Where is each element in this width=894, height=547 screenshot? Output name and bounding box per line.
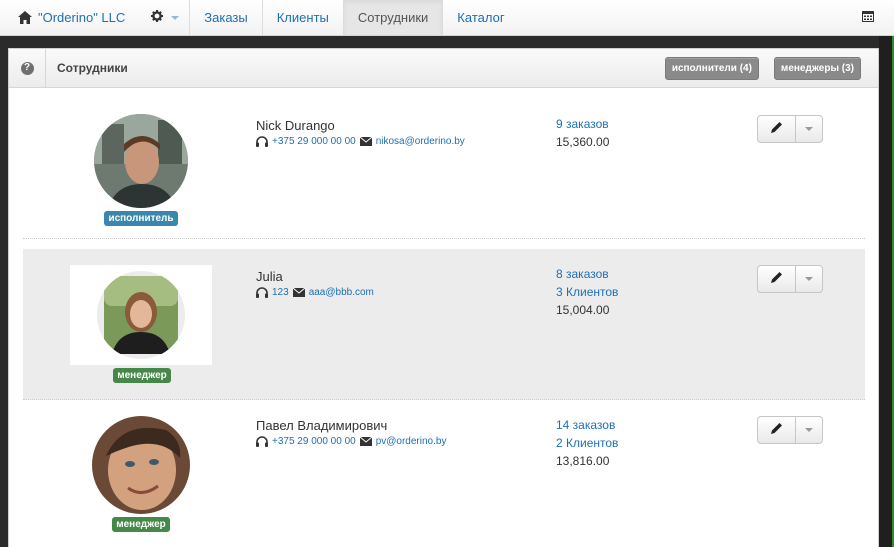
role-badge: исполнитель [104, 211, 178, 226]
phone-link[interactable]: 123 [272, 287, 289, 298]
phone-link[interactable]: +375 29 000 00 00 [272, 136, 356, 147]
avatar[interactable] [92, 416, 190, 514]
orders-link[interactable]: 8 заказов [556, 265, 618, 283]
top-navbar: "Orderino" LLC Заказы Клиенты Сотрудники… [0, 0, 894, 36]
orders-link[interactable]: 9 заказов [556, 115, 609, 133]
calendar-icon [862, 10, 874, 25]
brand-label: "Orderino" LLC [38, 10, 126, 25]
pencil-icon [770, 271, 783, 287]
email-link[interactable]: pv@orderino.by [376, 436, 447, 447]
clients-link[interactable]: 3 Клиентов [556, 283, 618, 301]
employee-info: Julia 123 aaa@bbb.com [256, 269, 374, 298]
actions-dropdown-button[interactable] [796, 417, 822, 443]
calendar-button[interactable] [852, 0, 894, 35]
employee-stats: 9 заказов 15,360.00 [556, 115, 609, 151]
tab-employees[interactable]: Сотрудники [343, 0, 444, 35]
employee-name: Julia [256, 269, 283, 284]
orders-amount: 13,816.00 [556, 454, 610, 468]
chevron-down-icon [805, 127, 813, 131]
employee-contacts: 123 aaa@bbb.com [256, 287, 374, 298]
tab-catalog[interactable]: Каталог [443, 0, 518, 35]
employees-panel: ? Сотрудники исполнители (4) менеджеры (… [8, 48, 879, 547]
avatar-cell: исполнитель [69, 114, 213, 226]
role-badge: менеджер [112, 517, 170, 532]
edit-button[interactable] [758, 116, 796, 142]
employee-row: менеджер Павел Владимирович +375 29 000 … [23, 400, 865, 547]
headphones-icon [256, 136, 268, 147]
tab-clients[interactable]: Клиенты [263, 0, 344, 35]
actions-dropdown-button[interactable] [796, 266, 822, 292]
employee-name: Nick Durango [256, 118, 335, 133]
envelope-icon [359, 437, 372, 446]
headphones-icon [256, 436, 268, 447]
headphones-icon [256, 287, 268, 298]
employee-name: Павел Владимирович [256, 418, 388, 433]
tab-orders[interactable]: Заказы [190, 0, 263, 35]
employee-contacts: +375 29 000 00 00 pv@orderino.by [256, 436, 446, 447]
row-actions [757, 115, 823, 143]
chevron-down-icon [805, 277, 813, 281]
avatar[interactable] [94, 114, 188, 208]
edit-button[interactable] [758, 266, 796, 292]
role-badge: менеджер [113, 368, 171, 383]
employee-info: Павел Владимирович +375 29 000 00 00 pv@… [256, 418, 446, 447]
panel-header: ? Сотрудники исполнители (4) менеджеры (… [9, 49, 878, 88]
help-button[interactable]: ? [9, 49, 46, 87]
chevron-down-icon [805, 428, 813, 432]
chevron-down-icon [171, 15, 180, 20]
settings-dropdown[interactable] [137, 0, 191, 35]
row-actions [757, 416, 823, 444]
help-icon: ? [20, 61, 34, 75]
employee-info: Nick Durango +375 29 000 00 00 nikosa@or… [256, 118, 465, 147]
actions-dropdown-button[interactable] [796, 116, 822, 142]
page-title: Сотрудники [57, 61, 128, 75]
orders-amount: 15,004.00 [556, 303, 610, 317]
pencil-icon [770, 422, 783, 438]
edit-button[interactable] [758, 417, 796, 443]
row-actions [757, 265, 823, 293]
role-filters: исполнители (4) менеджеры (3) [664, 56, 878, 80]
home-icon [18, 11, 32, 24]
filter-executors-button[interactable]: исполнители (4) [664, 56, 759, 80]
gear-icon [151, 10, 164, 25]
envelope-icon [359, 137, 372, 146]
avatar-photo [97, 271, 185, 359]
avatar[interactable] [70, 265, 212, 365]
brand-link[interactable]: "Orderino" LLC [0, 0, 137, 35]
employee-row: менеджер Julia 123 aaa@bbb.com 8 заказов [23, 249, 865, 400]
filter-managers-button[interactable]: менеджеры (3) [773, 56, 861, 80]
employee-stats: 14 заказов 2 Клиентов 13,816.00 [556, 416, 618, 470]
employee-row: исполнитель Nick Durango +375 29 000 00 … [23, 88, 865, 239]
employee-stats: 8 заказов 3 Клиентов 15,004.00 [556, 265, 618, 319]
employee-contacts: +375 29 000 00 00 nikosa@orderino.by [256, 136, 465, 147]
phone-link[interactable]: +375 29 000 00 00 [272, 436, 356, 447]
orders-amount: 15,360.00 [556, 135, 610, 149]
orders-link[interactable]: 14 заказов [556, 416, 618, 434]
email-link[interactable]: nikosa@orderino.by [376, 136, 465, 147]
pencil-icon [770, 121, 783, 137]
avatar-cell: менеджер [70, 265, 214, 383]
avatar-cell: менеджер [69, 416, 213, 532]
envelope-icon [292, 288, 305, 297]
clients-link[interactable]: 2 Клиентов [556, 434, 618, 452]
email-link[interactable]: aaa@bbb.com [309, 287, 374, 298]
